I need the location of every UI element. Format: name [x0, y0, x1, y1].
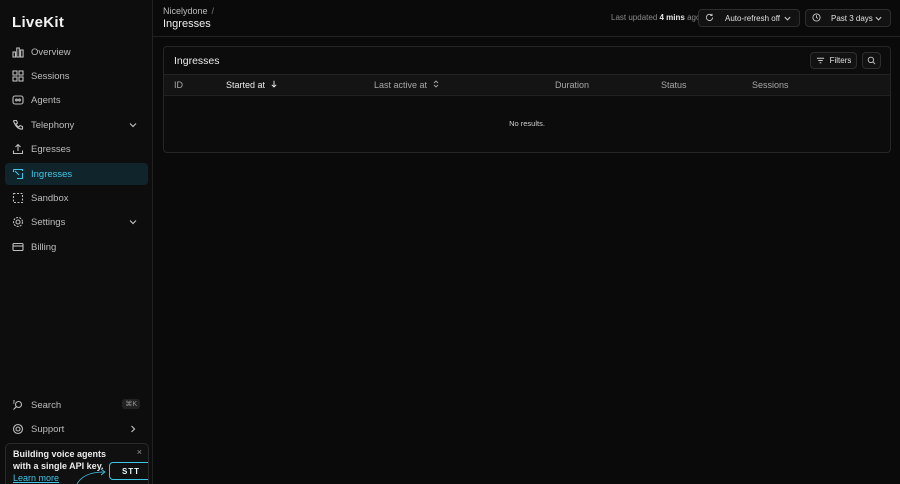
- clock-icon: [812, 12, 821, 24]
- search-button[interactable]: [862, 52, 881, 69]
- last-updated-prefix: Last updated: [611, 13, 658, 22]
- sort-icon: [427, 80, 440, 90]
- column-label: Last active at: [374, 80, 428, 90]
- sidebar-item-label: Settings: [31, 216, 66, 228]
- chevron-down-icon[interactable]: [128, 217, 138, 227]
- learn-more-link[interactable]: Learn more: [13, 473, 59, 483]
- last-updated: Last updated 4 mins ago: [611, 13, 700, 22]
- close-icon[interactable]: ×: [137, 447, 142, 457]
- table-header: ID Started at Last active at Duration St…: [164, 74, 890, 96]
- sidebar: LiveKit Overview Sessions Agents Telepho…: [0, 0, 153, 484]
- last-updated-value: 4 mins: [659, 13, 685, 22]
- chevron-down-icon: [783, 14, 792, 25]
- sidebar-item-label: Search: [31, 399, 62, 411]
- chevron-down-icon: [874, 14, 883, 25]
- sidebar-item-label: Agents: [31, 94, 61, 106]
- page-title: Ingresses: [163, 18, 211, 30]
- curve-decoration: [76, 468, 106, 484]
- time-range-button[interactable]: Past 3 days: [805, 9, 891, 27]
- sidebar-item-label: Ingresses: [31, 168, 73, 180]
- sidebar-item-overview[interactable]: Overview: [5, 41, 148, 63]
- sidebar-item-label: Sessions: [31, 70, 70, 82]
- column-header-status[interactable]: Status: [661, 80, 687, 90]
- sidebar-item-label: Overview: [31, 46, 71, 58]
- agent-icon: [12, 94, 24, 106]
- column-label: ID: [174, 80, 183, 90]
- livekit-logo[interactable]: LiveKit: [12, 14, 64, 31]
- main-content: Nicelydone / Ingresses Last updated 4 min…: [153, 0, 900, 484]
- column-header-started-at[interactable]: Started at: [226, 80, 278, 90]
- breadcrumb-project[interactable]: Nicelydone: [163, 6, 208, 16]
- support-icon: [12, 423, 24, 435]
- column-label: Duration: [555, 80, 590, 90]
- page-header: Nicelydone / Ingresses Last updated 4 min…: [153, 0, 900, 37]
- time-range-label: Past 3 days: [831, 13, 873, 23]
- filters-label: Filters: [829, 56, 852, 65]
- sidebar-item-sandbox[interactable]: Sandbox: [5, 187, 148, 209]
- sidebar-item-sessions[interactable]: Sessions: [5, 65, 148, 87]
- sidebar-item-label: Support: [31, 423, 65, 435]
- credit-card-icon: [12, 241, 24, 253]
- phone-icon: [12, 119, 24, 131]
- auto-refresh-button[interactable]: Auto-refresh off: [698, 9, 800, 27]
- ingresses-panel: Ingresses Filters ID Started at Last act…: [163, 46, 891, 153]
- filter-icon: [816, 56, 825, 65]
- sidebar-item-billing[interactable]: Billing: [5, 236, 148, 258]
- sidebar-item-label: Billing: [31, 241, 57, 253]
- arrow-down-icon: [265, 80, 278, 90]
- filters-button[interactable]: Filters: [810, 52, 857, 69]
- sidebar-item-telephony[interactable]: Telephony: [5, 114, 148, 136]
- breadcrumb: Nicelydone /: [163, 6, 214, 16]
- sidebar-support[interactable]: Support: [5, 418, 148, 440]
- column-header-sessions[interactable]: Sessions: [752, 80, 789, 90]
- ingress-icon: [12, 168, 24, 180]
- breadcrumb-separator: /: [211, 6, 215, 16]
- sidebar-item-egresses[interactable]: Egresses: [5, 138, 148, 160]
- sandbox-icon: [12, 192, 24, 204]
- column-header-duration[interactable]: Duration: [555, 80, 589, 90]
- column-label: Started at: [226, 80, 266, 90]
- sidebar-item-label: Sandbox: [31, 192, 69, 204]
- sidebar-item-settings[interactable]: Settings: [5, 211, 148, 233]
- bar-chart-icon: [12, 46, 24, 58]
- column-label: Sessions: [752, 80, 789, 90]
- sidebar-item-label: Telephony: [31, 119, 75, 131]
- column-header-id[interactable]: ID: [174, 80, 183, 90]
- upload-icon: [12, 143, 24, 155]
- search-icon: [12, 399, 24, 411]
- chevron-right-icon: [128, 424, 138, 434]
- column-header-last-active-at[interactable]: Last active at: [374, 80, 440, 90]
- auto-refresh-label: Auto-refresh off: [725, 13, 780, 23]
- grid-icon: [12, 70, 24, 82]
- panel-title: Ingresses: [174, 55, 220, 67]
- promo-card: Building voice agents with a single API …: [5, 443, 149, 484]
- chevron-down-icon[interactable]: [128, 120, 138, 130]
- refresh-icon: [705, 13, 714, 24]
- sidebar-search[interactable]: Search ⌘K: [5, 394, 148, 416]
- search-shortcut: ⌘K: [122, 399, 140, 409]
- sidebar-item-ingresses[interactable]: Ingresses: [5, 163, 148, 185]
- sidebar-item-label: Egresses: [31, 143, 71, 155]
- stt-badge: STT: [109, 462, 148, 480]
- gear-icon: [12, 216, 24, 228]
- search-icon: [867, 56, 876, 65]
- empty-state-message: No results.: [509, 119, 545, 128]
- column-label: Status: [661, 80, 687, 90]
- sidebar-item-agents[interactable]: Agents: [5, 89, 148, 111]
